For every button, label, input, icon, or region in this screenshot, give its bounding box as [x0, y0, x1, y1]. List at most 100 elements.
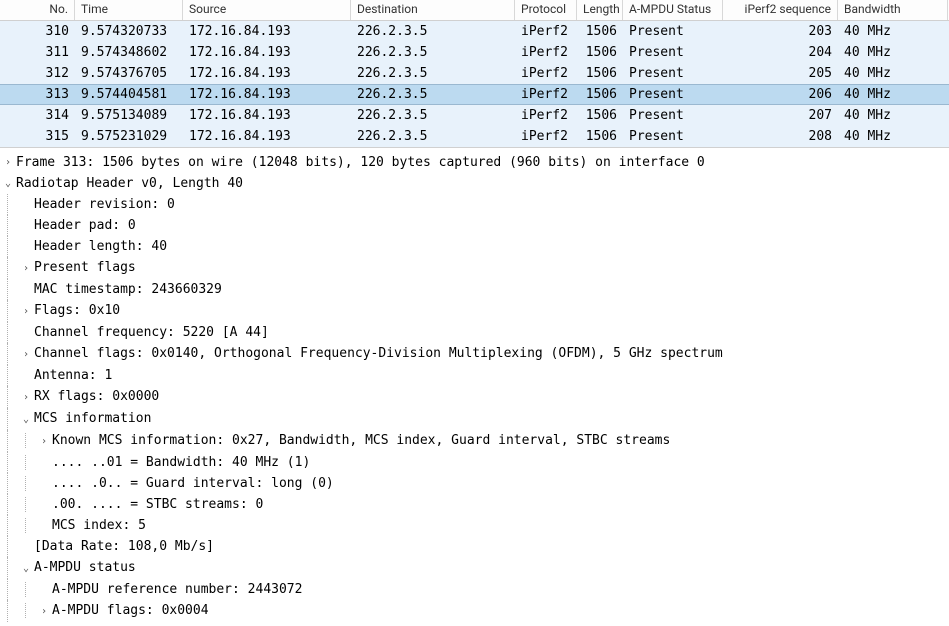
- tree-label: Flags: 0x10: [34, 303, 120, 318]
- tree-label: Channel frequency: 5220 [A 44]: [34, 325, 269, 340]
- col-protocol[interactable]: Protocol: [515, 0, 577, 20]
- cell: iPerf2: [515, 106, 577, 125]
- cell: Present: [623, 127, 723, 146]
- tree-row[interactable]: .00. .... = STBC streams: 0: [2, 494, 947, 515]
- cell: 226.2.3.5: [351, 64, 515, 83]
- col-source[interactable]: Source: [183, 0, 351, 20]
- tree-row[interactable]: ›Flags: 0x10: [2, 300, 947, 322]
- tree-row[interactable]: .... ..01 = Bandwidth: 40 MHz (1): [2, 452, 947, 473]
- cell: 40 MHz: [838, 106, 948, 125]
- chevron-right-icon[interactable]: ›: [20, 344, 32, 365]
- tree-row[interactable]: MCS index: 5: [2, 515, 947, 536]
- col-length[interactable]: Length: [577, 0, 623, 20]
- tree-row[interactable]: A-MPDU reference number: 2443072: [2, 579, 947, 600]
- tree-label: .00. .... = STBC streams: 0: [52, 497, 263, 512]
- col-bandwidth[interactable]: Bandwidth: [838, 0, 948, 20]
- chevron-down-icon[interactable]: ⌄: [2, 173, 14, 194]
- tree-row[interactable]: Header revision: 0: [2, 194, 947, 215]
- tree-label: Channel flags: 0x0140, Orthogonal Freque…: [34, 346, 723, 361]
- cell: 208: [723, 127, 838, 146]
- tree-row[interactable]: MAC timestamp: 243660329: [2, 279, 947, 300]
- tree-row[interactable]: Header length: 40: [2, 236, 947, 257]
- cell: 172.16.84.193: [183, 85, 351, 104]
- chevron-down-icon[interactable]: ⌄: [20, 409, 32, 430]
- cell: Present: [623, 22, 723, 41]
- cell: 205: [723, 64, 838, 83]
- cell: 1506: [577, 127, 623, 146]
- packet-list: No. Time Source Destination Protocol Len…: [0, 0, 949, 148]
- cell: 226.2.3.5: [351, 22, 515, 41]
- tree-label: Known MCS information: 0x27, Bandwidth, …: [52, 433, 670, 448]
- packet-row[interactable]: 3139.574404581172.16.84.193226.2.3.5iPer…: [0, 84, 949, 105]
- cell: 203: [723, 22, 838, 41]
- chevron-right-icon[interactable]: ›: [2, 152, 14, 173]
- packet-row[interactable]: 3159.575231029172.16.84.193226.2.3.5iPer…: [0, 126, 949, 147]
- col-ampdu-status[interactable]: A-MPDU Status: [623, 0, 723, 20]
- cell: 9.574404581: [75, 85, 183, 104]
- cell: 207: [723, 106, 838, 125]
- tree-row[interactable]: ›Known MCS information: 0x27, Bandwidth,…: [2, 430, 947, 452]
- chevron-right-icon[interactable]: ›: [20, 387, 32, 408]
- tree-row[interactable]: ›A-MPDU flags: 0x0004: [2, 600, 947, 622]
- tree-row[interactable]: ›RX flags: 0x0000: [2, 386, 947, 408]
- cell: iPerf2: [515, 22, 577, 41]
- packet-row[interactable]: 3149.575134089172.16.84.193226.2.3.5iPer…: [0, 105, 949, 126]
- tree-label: Header length: 40: [34, 239, 167, 254]
- cell: 40 MHz: [838, 85, 948, 104]
- tree-label: MAC timestamp: 243660329: [34, 282, 222, 297]
- packet-row[interactable]: 3109.574320733172.16.84.193226.2.3.5iPer…: [0, 21, 949, 42]
- tree-label: .... .0.. = Guard interval: long (0): [52, 476, 334, 491]
- tree-row[interactable]: [Data Rate: 108,0 Mb/s]: [2, 536, 947, 557]
- cell: iPerf2: [515, 85, 577, 104]
- cell: 40 MHz: [838, 43, 948, 62]
- tree-label: [Data Rate: 108,0 Mb/s]: [34, 539, 214, 554]
- cell: Present: [623, 85, 723, 104]
- cell: 226.2.3.5: [351, 43, 515, 62]
- cell: iPerf2: [515, 64, 577, 83]
- cell: 172.16.84.193: [183, 127, 351, 146]
- tree-label: A-MPDU reference number: 2443072: [52, 582, 302, 597]
- cell: Present: [623, 106, 723, 125]
- tree-row[interactable]: ⌄Radiotap Header v0, Length 40: [2, 173, 947, 194]
- tree-row[interactable]: ⌄A-MPDU status: [2, 557, 947, 579]
- tree-row[interactable]: ›Channel flags: 0x0140, Orthogonal Frequ…: [2, 343, 947, 365]
- chevron-right-icon[interactable]: ›: [38, 601, 50, 622]
- tree-row[interactable]: Header pad: 0: [2, 215, 947, 236]
- cell: iPerf2: [515, 43, 577, 62]
- cell: 40 MHz: [838, 22, 948, 41]
- chevron-down-icon[interactable]: ⌄: [20, 558, 32, 579]
- col-destination[interactable]: Destination: [351, 0, 515, 20]
- chevron-right-icon[interactable]: ›: [20, 258, 32, 279]
- col-no[interactable]: No.: [0, 0, 75, 20]
- cell: 313: [0, 85, 75, 104]
- col-time[interactable]: Time: [75, 0, 183, 20]
- tree-row[interactable]: ›Present flags: [2, 257, 947, 279]
- cell: 1506: [577, 85, 623, 104]
- chevron-right-icon[interactable]: ›: [20, 301, 32, 322]
- cell: 9.574348602: [75, 43, 183, 62]
- tree-row[interactable]: ›Frame 313: 1506 bytes on wire (12048 bi…: [2, 152, 947, 173]
- chevron-right-icon[interactable]: ›: [38, 431, 50, 452]
- tree-row[interactable]: .... .0.. = Guard interval: long (0): [2, 473, 947, 494]
- packet-row[interactable]: 3129.574376705172.16.84.193226.2.3.5iPer…: [0, 63, 949, 84]
- cell: 40 MHz: [838, 127, 948, 146]
- cell: 9.574320733: [75, 22, 183, 41]
- tree-label: Header pad: 0: [34, 218, 136, 233]
- tree-row[interactable]: Channel frequency: 5220 [A 44]: [2, 322, 947, 343]
- tree-label: RX flags: 0x0000: [34, 389, 159, 404]
- tree-label: A-MPDU status: [34, 560, 136, 575]
- cell: 204: [723, 43, 838, 62]
- tree-row[interactable]: ⌄MCS information: [2, 408, 947, 430]
- tree-label: Antenna: 1: [34, 368, 112, 383]
- cell: Present: [623, 64, 723, 83]
- cell: 40 MHz: [838, 64, 948, 83]
- tree-label: Frame 313: 1506 bytes on wire (12048 bit…: [16, 152, 705, 173]
- cell: Present: [623, 43, 723, 62]
- tree-label: MCS information: [34, 411, 151, 426]
- packet-row[interactable]: 3119.574348602172.16.84.193226.2.3.5iPer…: [0, 42, 949, 63]
- col-iperf2-sequence[interactable]: iPerf2 sequence: [723, 0, 838, 20]
- tree-label: Present flags: [34, 260, 136, 275]
- cell: 1506: [577, 43, 623, 62]
- cell: 1506: [577, 64, 623, 83]
- tree-row[interactable]: Antenna: 1: [2, 365, 947, 386]
